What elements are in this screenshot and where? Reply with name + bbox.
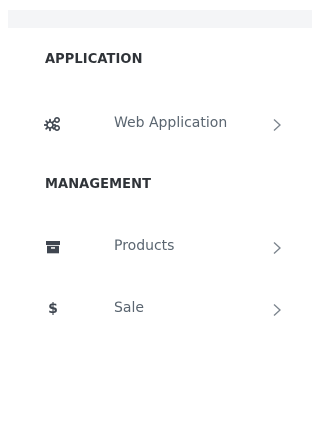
section-heading-management: MANAGEMENT (45, 177, 152, 192)
chevron-right-icon (270, 117, 284, 131)
chevron-right-icon (270, 240, 284, 254)
nav-item-products[interactable]: Products (40, 232, 300, 262)
chevron-right-icon (270, 302, 284, 316)
gears-icon (44, 115, 62, 133)
nav-item-web-application[interactable]: Web Application (40, 109, 300, 139)
nav-item-sale[interactable]: $ Sale (40, 294, 300, 324)
nav-label-products: Products (114, 238, 175, 254)
nav-label-sale: Sale (114, 300, 144, 316)
archive-box-icon (44, 238, 62, 256)
dollar-icon: $ (48, 301, 58, 317)
section-heading-application: APPLICATION (45, 52, 143, 67)
top-bar (8, 10, 312, 28)
nav-label-web-application: Web Application (114, 115, 228, 131)
